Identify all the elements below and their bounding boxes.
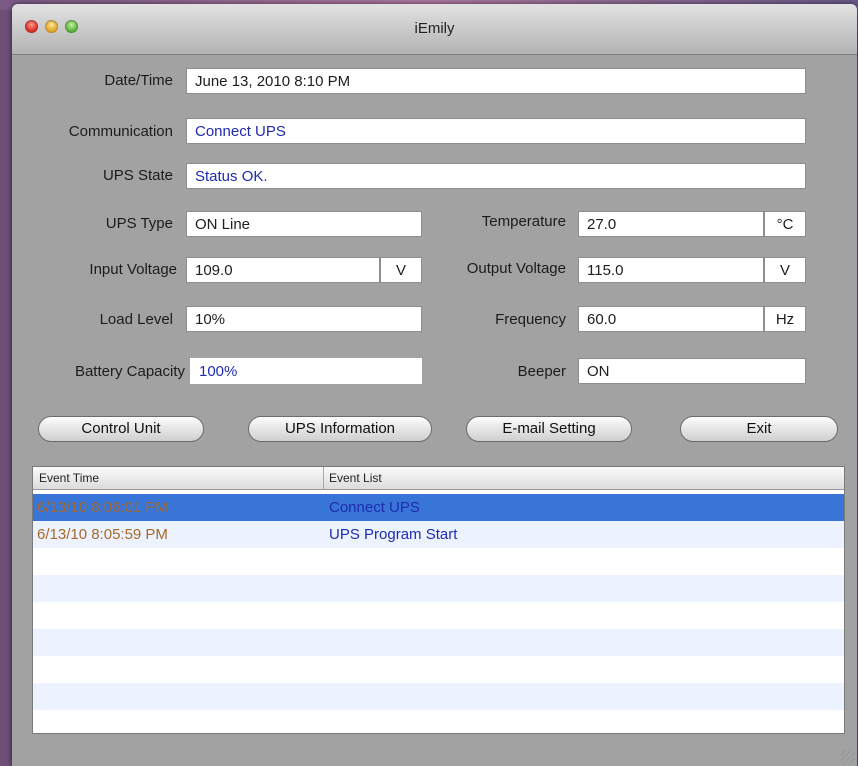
empty-row	[33, 575, 844, 602]
frequency-unit: Hz	[764, 306, 806, 332]
ups-state-label: UPS State	[102, 167, 173, 184]
title-bar[interactable]: iEmily	[12, 4, 857, 55]
communication-field[interactable]: Connect UPS	[186, 118, 806, 144]
datetime-label: Date/Time	[104, 72, 173, 89]
battery-capacity-field[interactable]: 100%	[190, 358, 422, 384]
table-row[interactable]: 6/13/10 8:05:59 PM UPS Program Start	[33, 521, 844, 548]
frequency-field[interactable]: 60.0	[578, 306, 764, 332]
empty-row	[33, 710, 844, 733]
input-voltage-label: Input Voltage	[89, 261, 177, 278]
communication-label: Communication	[68, 123, 173, 140]
datetime-field[interactable]: June 13, 2010 8:10 PM	[186, 68, 806, 94]
temperature-unit: °C	[764, 211, 806, 237]
empty-row	[33, 656, 844, 683]
control-unit-button[interactable]: Control Unit	[38, 416, 204, 442]
temperature-label: Temperature	[481, 213, 566, 230]
email-setting-button[interactable]: E-mail Setting	[466, 416, 632, 442]
event-time-cell: 6/13/10 8:05:59 PM	[37, 526, 168, 543]
beeper-label: Beeper	[517, 363, 566, 380]
ups-type-field[interactable]: ON Line	[186, 211, 422, 237]
event-table-header: Event Time Event List	[33, 467, 844, 490]
input-voltage-field[interactable]: 109.0	[186, 257, 380, 283]
column-divider	[323, 467, 324, 489]
temperature-field[interactable]: 27.0	[578, 211, 764, 237]
event-table[interactable]: Event Time Event List 6/13/10 8:06:01 PM…	[32, 466, 845, 734]
output-voltage-field[interactable]: 115.0	[578, 257, 764, 283]
empty-row	[33, 602, 844, 629]
window-title: iEmily	[414, 20, 455, 37]
ups-information-button[interactable]: UPS Information	[248, 416, 432, 442]
event-list-column-header[interactable]: Event List	[329, 471, 382, 485]
output-voltage-unit: V	[764, 257, 806, 283]
ups-type-label: UPS Type	[105, 215, 173, 232]
ups-state-field[interactable]: Status OK.	[186, 163, 806, 189]
output-voltage-label: Output Voltage	[466, 260, 566, 277]
load-level-field[interactable]: 10%	[186, 306, 422, 332]
empty-row	[33, 629, 844, 656]
input-voltage-unit: V	[380, 257, 422, 283]
table-row[interactable]: 6/13/10 8:06:01 PM Connect UPS	[33, 494, 844, 521]
battery-capacity-label: Battery Capacity	[74, 363, 185, 380]
beeper-field[interactable]: ON	[578, 358, 806, 384]
event-time-column-header[interactable]: Event Time	[39, 471, 99, 485]
app-window: iEmily Date/Time June 13, 2010 8:10 PM C…	[12, 4, 857, 766]
load-level-label: Load Level	[99, 311, 173, 328]
exit-button[interactable]: Exit	[680, 416, 838, 442]
empty-row	[33, 548, 844, 575]
empty-row	[33, 683, 844, 710]
event-name-cell: Connect UPS	[329, 499, 420, 516]
resize-grip-icon[interactable]	[841, 750, 855, 764]
event-name-cell: UPS Program Start	[329, 526, 458, 543]
frequency-label: Frequency	[495, 311, 566, 328]
event-time-cell: 6/13/10 8:06:01 PM	[37, 499, 168, 516]
